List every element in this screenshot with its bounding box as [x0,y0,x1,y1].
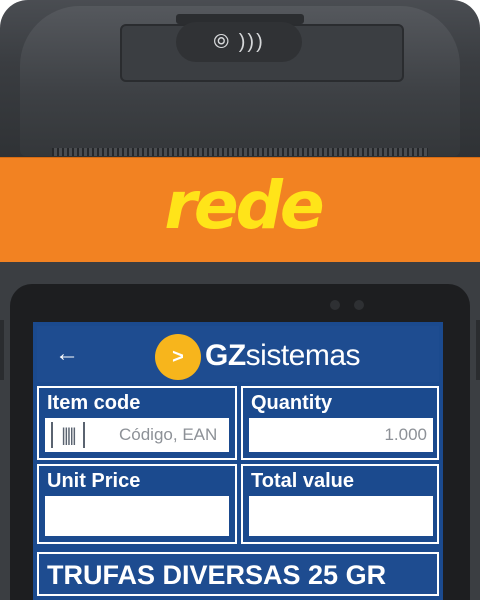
unit-price-card: Unit Price [37,464,237,544]
item-code-card: Item code ||||| Código, EAN [37,386,237,460]
gz-logo-icon: > [155,334,201,380]
item-code-input[interactable]: Código, EAN [119,418,217,452]
side-button-right[interactable] [476,320,480,380]
camera-icon [330,300,340,310]
app-screen: ← > GZsistemas Item code ||||| Código, E… [33,322,443,600]
rede-logo: rede [164,167,324,244]
product-name: TRUFAS DIVERSAS 25 GR [47,560,387,590]
quantity-input[interactable]: 1.000 [384,418,427,452]
unit-price-field[interactable] [45,496,229,536]
app-header: ← > GZsistemas [37,326,439,382]
quantity-label: Quantity [251,392,333,414]
brand-name: GZsistemas [205,338,361,374]
contactless-icon: ⦾ ))) [176,22,302,62]
side-button-left[interactable] [0,320,4,380]
total-value-label: Total value [251,470,354,492]
brand-prefix: GZ [205,339,246,372]
pos-terminal: ⦾ ))) rede ← > GZsistemas Item code ||||… [0,0,480,600]
total-value-card: Total value [241,464,439,544]
sensor-icon [354,300,364,310]
barcode-icon[interactable]: ||||| [51,422,85,448]
item-code-field[interactable]: ||||| Código, EAN [45,418,229,452]
gz-logo-mark: > [172,346,184,368]
total-value-field[interactable] [249,496,433,536]
brand-suffix: sistemas [245,339,361,372]
item-code-label: Item code [47,392,141,414]
quantity-field[interactable]: 1.000 [249,418,433,452]
unit-price-label: Unit Price [47,470,141,492]
printer-housing: ⦾ ))) [0,0,480,158]
quantity-card: Quantity 1.000 [241,386,439,460]
speaker-grille [52,148,428,156]
product-name-banner: TRUFAS DIVERSAS 25 GR [37,552,439,596]
back-arrow-icon[interactable]: ← [55,340,79,368]
